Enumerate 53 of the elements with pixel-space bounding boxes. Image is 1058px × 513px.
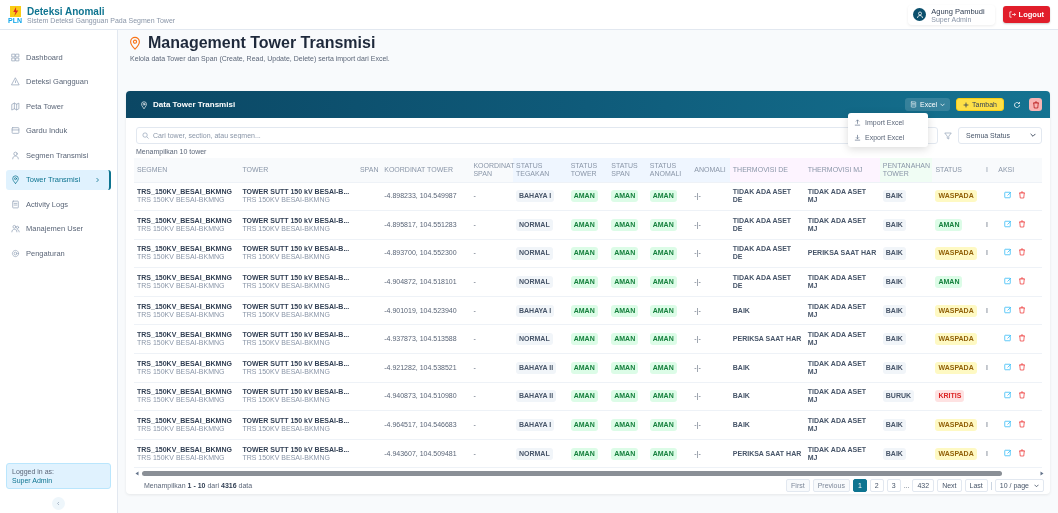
edit-icon[interactable] xyxy=(1004,448,1013,457)
trash-icon[interactable] xyxy=(1018,448,1027,457)
people-icon xyxy=(11,224,20,233)
download-icon xyxy=(854,134,861,141)
trash-icon[interactable] xyxy=(1018,305,1027,314)
edit-icon[interactable] xyxy=(1004,391,1013,400)
page-title: Management Tower Transmisi xyxy=(148,34,376,52)
caret-icon xyxy=(940,102,946,107)
edit-icon[interactable] xyxy=(1004,248,1013,257)
edit-icon[interactable] xyxy=(1004,277,1013,286)
box-icon xyxy=(11,126,20,135)
trash-icon[interactable] xyxy=(1018,391,1027,400)
warning-icon xyxy=(11,77,20,86)
plus-icon xyxy=(963,101,970,108)
card-title: Data Tower Transmisi xyxy=(153,100,236,109)
trash-icon[interactable] xyxy=(1018,420,1027,428)
trash-icon[interactable] xyxy=(1018,219,1027,228)
location-pin-icon xyxy=(140,100,148,109)
edit-icon[interactable] xyxy=(1004,334,1013,343)
edit-icon[interactable] xyxy=(1004,219,1013,228)
map-icon xyxy=(11,101,20,111)
trash-icon[interactable] xyxy=(1018,334,1027,343)
edit-icon[interactable] xyxy=(1004,305,1013,314)
edit-icon[interactable] xyxy=(1004,420,1013,428)
avatar-icon xyxy=(913,8,927,21)
app-title: Deteksi Anomali xyxy=(27,5,106,17)
document-icon xyxy=(11,199,20,209)
edit-icon[interactable] xyxy=(1004,362,1013,371)
location-pin-icon xyxy=(128,36,142,50)
filter-icon xyxy=(944,131,952,140)
document-icon xyxy=(909,101,917,108)
location-pin-icon xyxy=(11,175,20,184)
trash-icon xyxy=(1031,100,1040,109)
upload-icon xyxy=(854,119,861,126)
trash-icon[interactable] xyxy=(1018,191,1027,200)
edit-icon[interactable] xyxy=(1004,191,1013,200)
search-icon xyxy=(142,132,149,139)
trash-icon[interactable] xyxy=(1018,277,1027,286)
chevron-left-icon xyxy=(56,501,61,506)
person-icon xyxy=(11,150,20,160)
logo-icon xyxy=(9,5,21,17)
scroll-left-icon[interactable] xyxy=(135,471,139,477)
delete-button[interactable] xyxy=(1029,98,1042,111)
trash-icon[interactable] xyxy=(1018,248,1027,257)
grid-icon xyxy=(11,52,20,62)
caret-icon xyxy=(1034,484,1039,488)
logout-icon xyxy=(1008,11,1016,18)
trash-icon[interactable] xyxy=(1018,362,1027,371)
horizontal-scrollbar[interactable] xyxy=(142,471,1002,477)
chevron-icon xyxy=(95,176,100,183)
settings-icon xyxy=(11,248,20,258)
scroll-right-icon[interactable] xyxy=(1040,471,1044,477)
caret-icon xyxy=(1030,133,1036,138)
